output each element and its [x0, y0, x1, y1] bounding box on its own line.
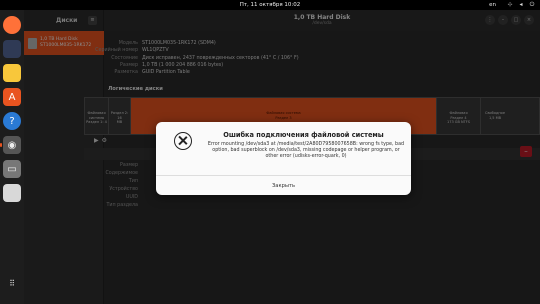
removable-drive-icon[interactable]: ▭ — [3, 160, 21, 178]
firefox-icon[interactable] — [3, 16, 21, 34]
help-icon[interactable]: ? — [3, 112, 21, 130]
dialog-message: Error mounting /dev/sda3 at /media/test/… — [207, 142, 405, 160]
files-icon[interactable] — [3, 64, 21, 82]
power-icon: ⏻ — [529, 1, 535, 8]
top-bar: Пт, 11 октября 10:02 en ⊹ ◂ ⏻ — [0, 0, 540, 10]
volume-icon: ◂ — [519, 1, 523, 8]
system-tray[interactable]: ⊹ ◂ ⏻ — [506, 1, 536, 9]
app-center-icon[interactable]: A — [3, 88, 21, 106]
close-button[interactable]: Закрыть — [156, 175, 411, 195]
keyboard-layout-indicator[interactable]: en — [489, 2, 496, 8]
dock: A ? ◉ ▭ ⠿ — [0, 10, 24, 304]
network-icon: ⊹ — [507, 1, 513, 8]
trash-icon[interactable] — [3, 184, 21, 202]
thunderbird-icon[interactable] — [3, 40, 21, 58]
error-icon — [174, 132, 192, 150]
show-apps-icon[interactable]: ⠿ — [3, 274, 21, 292]
clock[interactable]: Пт, 11 октября 10:02 — [0, 2, 540, 8]
error-dialog: Ошибка подключения файловой системы Erro… — [156, 122, 411, 195]
dialog-title: Ошибка подключения файловой системы — [223, 131, 384, 139]
disks-icon[interactable]: ◉ — [0, 136, 21, 154]
